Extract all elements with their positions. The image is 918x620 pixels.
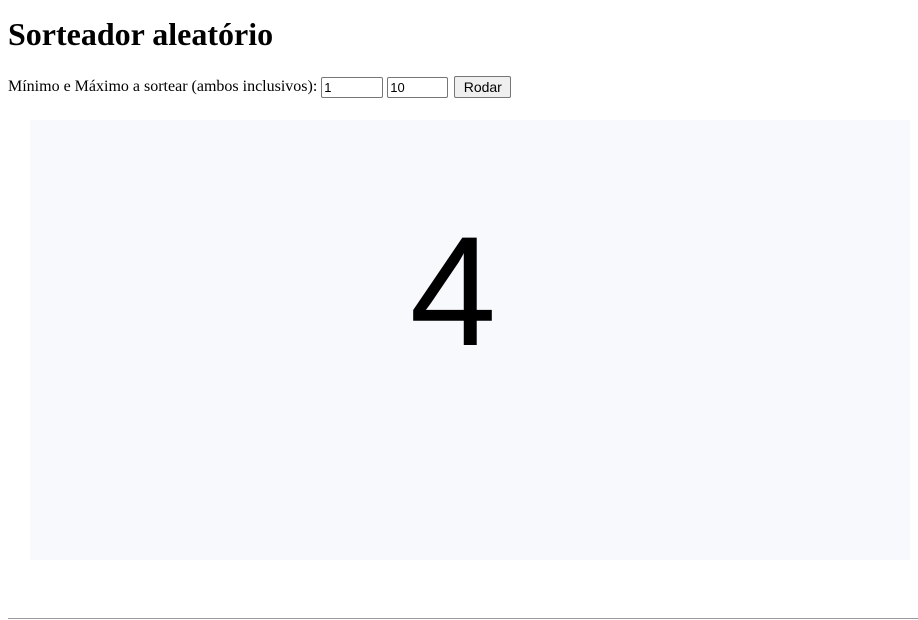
- divider: [8, 618, 918, 619]
- range-label: Mínimo e Máximo a sortear (ambos inclusi…: [8, 78, 318, 95]
- result-panel: 4: [30, 120, 910, 560]
- result-number: 4: [409, 205, 497, 379]
- max-input[interactable]: [387, 76, 449, 98]
- page-title: Sorteador aleatório: [8, 16, 274, 52]
- range-controls: Mínimo e Máximo a sortear (ambos inclusi…: [8, 76, 512, 98]
- min-input[interactable]: [321, 76, 384, 98]
- spin-button[interactable]: Rodar: [454, 76, 512, 98]
